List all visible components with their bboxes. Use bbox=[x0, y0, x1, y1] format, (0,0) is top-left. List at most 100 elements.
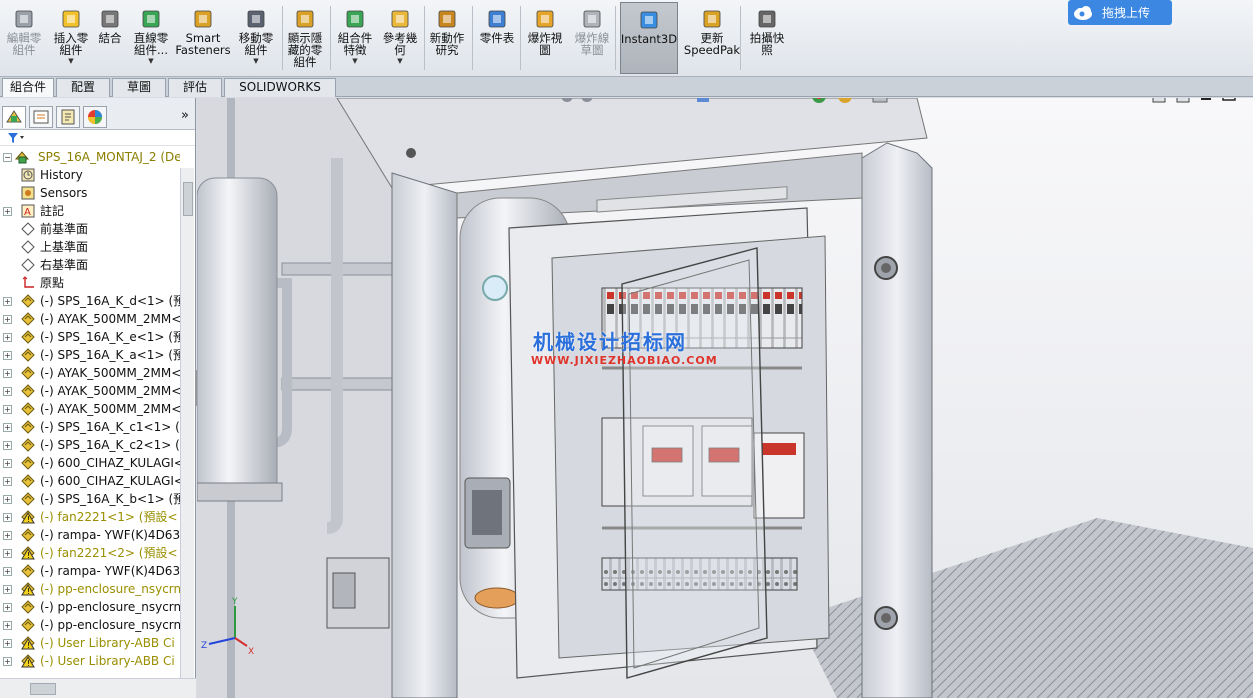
tree-item[interactable]: 上基準面 bbox=[0, 238, 180, 256]
expand-icon[interactable]: + bbox=[3, 369, 12, 378]
svg-text:!: ! bbox=[27, 587, 30, 596]
tree-vertical-scrollbar[interactable] bbox=[180, 168, 194, 678]
ribbon-button-9[interactable]: 參考幾 何 ▼ bbox=[379, 2, 421, 74]
tree-item-label: (-) AYAK_500MM_2MM< bbox=[40, 384, 180, 398]
expand-icon[interactable]: + bbox=[3, 585, 12, 594]
ribbon-button-13[interactable]: 爆炸線 草圖 bbox=[570, 2, 614, 74]
ribbon-button-4[interactable]: 直線零 組件... ▼ bbox=[130, 2, 172, 74]
tree-item[interactable]: 右基準面 bbox=[0, 256, 180, 274]
window-controls[interactable] bbox=[1149, 98, 1245, 108]
expand-icon[interactable]: + bbox=[3, 207, 12, 216]
tree-root[interactable]: − SPS_16A_MONTAJ_2 (De bbox=[0, 148, 180, 166]
expand-icon[interactable]: + bbox=[3, 351, 12, 360]
collapse-icon[interactable]: − bbox=[3, 153, 12, 162]
expand-icon[interactable]: + bbox=[3, 495, 12, 504]
tree-item[interactable]: + A 註記 bbox=[0, 202, 180, 220]
expand-icon[interactable]: + bbox=[3, 513, 12, 522]
tree-item[interactable]: +! (-) fan2221<2> (預設< bbox=[0, 544, 180, 562]
tab-solidworks-mbd[interactable]: SOLIDWORKS MBD bbox=[224, 78, 336, 111]
expand-icon[interactable]: + bbox=[3, 315, 12, 324]
tree-item[interactable]: + (-) AYAK_500MM_2MM< bbox=[0, 400, 180, 418]
heads-up-view-toolbar[interactable] bbox=[557, 98, 917, 108]
part-icon bbox=[21, 366, 35, 380]
tree-item[interactable]: History bbox=[0, 166, 180, 184]
tree-item[interactable]: + (-) AYAK_500MM_2MM< bbox=[0, 310, 180, 328]
property-manager-tab[interactable] bbox=[29, 106, 53, 128]
ribbon-button-7[interactable]: 顯示隱 藏的零 組件 bbox=[282, 2, 328, 74]
ribbon-button-12[interactable]: 爆炸視 圖 bbox=[523, 2, 567, 74]
ribbon-button-3[interactable]: 結合 bbox=[97, 2, 123, 74]
scene-icon bbox=[838, 98, 852, 103]
ribbon-button-label: Smart Fasteners bbox=[175, 31, 231, 57]
panel-expand-chevron-icon[interactable]: » bbox=[181, 108, 189, 123]
expand-icon[interactable]: + bbox=[3, 657, 12, 666]
tile-left-icon bbox=[1152, 98, 1166, 103]
expand-icon[interactable]: + bbox=[3, 405, 12, 414]
ribbon-button-15[interactable]: 更新 SpeedPak bbox=[683, 2, 741, 74]
tree-item[interactable]: Sensors bbox=[0, 184, 180, 202]
ribbon-button-11[interactable]: 零件表 bbox=[476, 2, 518, 74]
filter-icon[interactable] bbox=[6, 131, 26, 145]
scroll-thumb[interactable] bbox=[30, 683, 56, 695]
tab-evaluate[interactable]: 評估 bbox=[168, 78, 222, 97]
expand-icon[interactable]: + bbox=[3, 459, 12, 468]
tree-item[interactable]: + (-) rampa- YWF(K)4D630 bbox=[0, 526, 180, 544]
dropdown-caret-icon[interactable]: ▼ bbox=[352, 57, 357, 65]
expand-icon[interactable]: + bbox=[3, 477, 12, 486]
tab-configuration[interactable]: 配置 bbox=[56, 78, 110, 97]
tree-item[interactable]: + (-) 600_CIHAZ_KULAGI<2 bbox=[0, 472, 180, 490]
tab-assembly[interactable]: 組合件 bbox=[2, 78, 54, 97]
tree-item[interactable]: + (-) pp-enclosure_nsycrn7 bbox=[0, 616, 180, 634]
tree-item[interactable]: + (-) SPS_16A_K_c2<1> (預 bbox=[0, 436, 180, 454]
expand-icon[interactable]: + bbox=[3, 567, 12, 576]
expand-icon[interactable]: + bbox=[3, 423, 12, 432]
tree-item[interactable]: + (-) pp-enclosure_nsycrn7 bbox=[0, 598, 180, 616]
dropdown-caret-icon[interactable]: ▼ bbox=[253, 57, 258, 65]
ribbon-button-2[interactable]: 插入零 組件 ▼ bbox=[50, 2, 92, 74]
tree-item[interactable]: + (-) 600_CIHAZ_KULAGI<1 bbox=[0, 454, 180, 472]
tree-item[interactable]: + (-) SPS_16A_K_b<1> (預設 bbox=[0, 490, 180, 508]
smart-fasteners-icon bbox=[194, 10, 212, 28]
configuration-manager-tab[interactable] bbox=[56, 106, 80, 128]
dropdown-caret-icon[interactable]: ▼ bbox=[397, 57, 402, 65]
feature-tree-tab[interactable] bbox=[2, 106, 26, 128]
ribbon-button-6[interactable]: 移動零 組件 ▼ bbox=[234, 2, 278, 74]
expand-icon[interactable]: + bbox=[3, 333, 12, 342]
tree-item[interactable]: + (-) SPS_16A_K_d<1> (預設 bbox=[0, 292, 180, 310]
expand-icon[interactable]: + bbox=[3, 297, 12, 306]
tree-item[interactable]: + (-) AYAK_500MM_2MM< bbox=[0, 364, 180, 382]
tree-item[interactable]: + (-) rampa- YWF(K)4D630 bbox=[0, 562, 180, 580]
tree-horizontal-scrollbar[interactable] bbox=[0, 678, 196, 698]
scroll-thumb[interactable] bbox=[183, 182, 193, 216]
expand-icon[interactable]: + bbox=[3, 441, 12, 450]
ribbon-button-10[interactable]: 新動作 研究 bbox=[426, 2, 468, 74]
tree-item[interactable]: + (-) SPS_16A_K_e<1> (預設 bbox=[0, 328, 180, 346]
expand-icon[interactable]: + bbox=[3, 603, 12, 612]
tree-item[interactable]: +! (-) User Library-ABB Ci bbox=[0, 652, 180, 670]
dropdown-caret-icon[interactable]: ▼ bbox=[148, 57, 153, 65]
ribbon-button-16[interactable]: 拍攝快 照 bbox=[743, 2, 791, 74]
ribbon-button-5[interactable]: Smart Fasteners bbox=[175, 2, 231, 74]
tree-item[interactable]: +! (-) User Library-ABB Ci bbox=[0, 634, 180, 652]
tab-sketch[interactable]: 草圖 bbox=[112, 78, 166, 97]
tree-item[interactable]: + (-) SPS_16A_K_a<1> (預設 bbox=[0, 346, 180, 364]
ribbon-button-14[interactable]: Instant3D bbox=[620, 2, 678, 74]
expand-icon[interactable]: + bbox=[3, 387, 12, 396]
display-manager-tab[interactable] bbox=[83, 106, 107, 128]
upload-button[interactable]: 拖拽上传 bbox=[1068, 0, 1172, 25]
tree-item[interactable]: + (-) AYAK_500MM_2MM< bbox=[0, 382, 180, 400]
tree-item[interactable]: + (-) SPS_16A_K_c1<1> (預 bbox=[0, 418, 180, 436]
ribbon-button-8[interactable]: 組合件 特徵 ▼ bbox=[334, 2, 376, 74]
expand-icon[interactable]: + bbox=[3, 549, 12, 558]
tree-item[interactable]: 原點 bbox=[0, 274, 180, 292]
tree-item[interactable]: +! (-) pp-enclosure_nsycrn bbox=[0, 580, 180, 598]
expand-icon[interactable]: + bbox=[3, 639, 12, 648]
ribbon-button-1[interactable]: 編輯零 組件 bbox=[2, 2, 46, 74]
svg-text:X: X bbox=[248, 647, 254, 657]
dropdown-caret-icon[interactable]: ▼ bbox=[68, 57, 73, 65]
expand-icon[interactable]: + bbox=[3, 531, 12, 540]
tree-item[interactable]: +! (-) fan2221<1> (預設< bbox=[0, 508, 180, 526]
tree-item[interactable]: 前基準面 bbox=[0, 220, 180, 238]
graphics-area[interactable]: Y Z X 机械设计招标网 WWW.JIXIEZHAOBIAO.COM bbox=[197, 98, 1253, 698]
expand-icon[interactable]: + bbox=[3, 621, 12, 630]
